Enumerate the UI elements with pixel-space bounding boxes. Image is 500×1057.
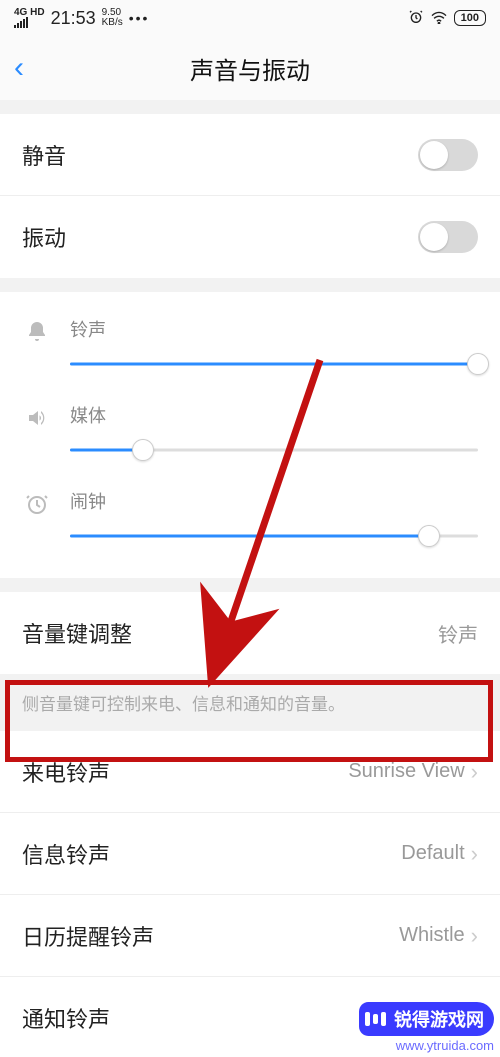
status-left: 4G HD 21:53 9.50 KB/s ••• <box>14 8 149 29</box>
message-ringtone-label: 信息铃声 <box>22 838 110 870</box>
volume-key-value: 铃声 <box>438 619 478 648</box>
wifi-icon <box>430 10 448 27</box>
status-bar: 4G HD 21:53 9.50 KB/s ••• 100 <box>0 0 500 36</box>
slider-media-label: 媒体 <box>70 402 478 428</box>
speaker-icon <box>22 406 52 430</box>
slider-media[interactable] <box>70 440 478 460</box>
slider-alarm-label: 闹钟 <box>70 488 478 514</box>
page-header: ‹ 声音与振动 <box>0 36 500 100</box>
watermark: 锐得游戏网 www.ytruida.com <box>359 1002 494 1053</box>
mute-label: 静音 <box>22 139 66 171</box>
incoming-ringtone-label: 来电铃声 <box>22 756 110 788</box>
notify-ringtone-label: 通知铃声 <box>22 1002 110 1034</box>
battery-icon: 100 <box>454 10 486 26</box>
slider-ringtone-row: 铃声 <box>22 302 478 388</box>
vibrate-label: 振动 <box>22 221 66 253</box>
calendar-ringtone-label: 日历提醒铃声 <box>22 920 154 952</box>
status-netspeed: 9.50 KB/s <box>102 8 123 28</box>
status-time: 21:53 <box>51 8 96 29</box>
status-more-icon: ••• <box>129 10 150 26</box>
clock-icon <box>22 492 52 516</box>
watermark-brand: 锐得游戏网 <box>394 1006 484 1032</box>
incoming-ringtone-value: Sunrise View <box>348 760 464 783</box>
message-ringtone-row[interactable]: 信息铃声 Default › <box>0 813 500 895</box>
vibrate-row[interactable]: 振动 <box>0 196 500 278</box>
incoming-ringtone-row[interactable]: 来电铃声 Sunrise View › <box>0 731 500 813</box>
slider-ringtone-label: 铃声 <box>70 316 478 342</box>
volume-key-hint: 侧音量键可控制来电、信息和通知的音量。 <box>0 674 500 731</box>
page-title: 声音与振动 <box>190 51 310 86</box>
group-volume-sliders: 铃声 媒体 闹钟 <box>0 292 500 578</box>
alarm-icon <box>408 9 424 28</box>
watermark-badge: 锐得游戏网 <box>359 1002 494 1036</box>
volume-key-row[interactable]: 音量键调整 铃声 <box>0 592 500 674</box>
message-ringtone-value: Default <box>401 842 464 865</box>
slider-ringtone[interactable] <box>70 354 478 374</box>
watermark-url: www.ytruida.com <box>359 1038 494 1053</box>
mute-toggle[interactable] <box>418 139 478 171</box>
mute-row[interactable]: 静音 <box>0 114 500 196</box>
back-button[interactable]: ‹ <box>14 51 24 85</box>
calendar-ringtone-value: Whistle <box>399 924 465 947</box>
signal-icon: 4G HD <box>14 8 45 28</box>
calendar-ringtone-row[interactable]: 日历提醒铃声 Whistle › <box>0 895 500 977</box>
slider-alarm-row: 闹钟 <box>22 474 478 560</box>
controller-icon <box>365 1012 386 1026</box>
group-volume-key: 音量键调整 铃声 <box>0 592 500 674</box>
slider-media-row: 媒体 <box>22 388 478 474</box>
status-right: 100 <box>408 9 486 28</box>
vibrate-toggle[interactable] <box>418 221 478 253</box>
slider-alarm[interactable] <box>70 526 478 546</box>
chevron-right-icon: › <box>471 923 478 949</box>
bell-icon <box>22 320 52 344</box>
chevron-right-icon: › <box>471 759 478 785</box>
volume-key-label: 音量键调整 <box>22 617 132 649</box>
chevron-right-icon: › <box>471 841 478 867</box>
group-silence: 静音 振动 <box>0 114 500 278</box>
